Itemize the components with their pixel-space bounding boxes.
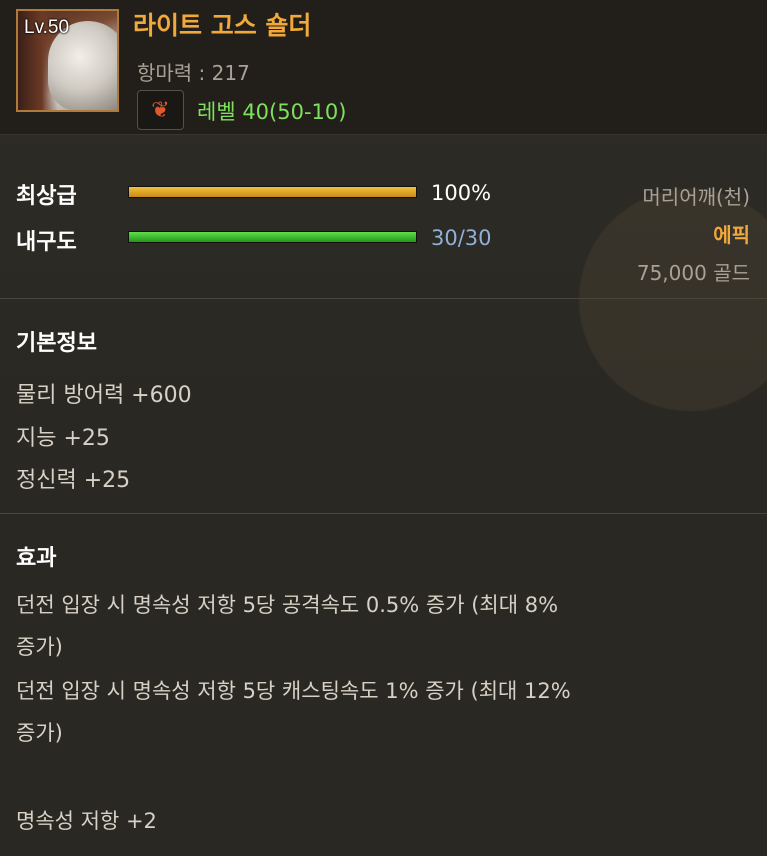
stat-line: 정신력 +25 [16, 468, 131, 493]
effect-line: 던전 입장 시 명속성 저항 5당 공격속도 0.5% 증가 (최대 8% [16, 593, 559, 617]
grade-bar [128, 186, 417, 198]
stat-line: 물리 방어력 +600 [16, 383, 192, 408]
effect-line: 명속성 저항 +2 [16, 809, 157, 833]
grade-bar-fill [129, 187, 416, 197]
equipment-slot: 머리어깨(천) [642, 185, 750, 209]
sell-price: 75,000 골드 [636, 261, 750, 285]
rarity-label: 에픽 [713, 223, 750, 247]
stat-line: 지능 +25 [16, 426, 110, 451]
basic-info-title: 기본정보 [16, 331, 97, 356]
divider [0, 298, 767, 299]
item-level-badge: Lv.50 [24, 17, 70, 38]
divider [0, 513, 767, 514]
grade-label: 최상급 [16, 184, 77, 209]
phoenix-feather-icon: ❦ [137, 90, 184, 130]
item-header: Lv.50 라이트 고스 숄더 항마력 : 217 ❦ 레벨 40(50-10) [0, 0, 767, 135]
effect-line: 증가) [16, 635, 63, 659]
level-requirement: 레벨 40(50-10) [197, 100, 347, 124]
shoulder-armor-icon: Lv.50 [16, 9, 119, 112]
durability-bar [128, 231, 417, 243]
durability-bar-fill [129, 232, 416, 242]
effect-line: 던전 입장 시 명속성 저항 5당 캐스팅속도 1% 증가 (최대 12% [16, 679, 571, 703]
effects-title: 효과 [16, 546, 57, 571]
effect-line: 증가) [16, 721, 63, 745]
item-name: 라이트 고스 숄더 [133, 11, 312, 40]
magic-resist-value: 항마력 : 217 [137, 61, 250, 85]
grade-value: 100% [431, 181, 492, 205]
durability-label: 내구도 [16, 230, 77, 255]
durability-value: 30/30 [431, 226, 492, 250]
